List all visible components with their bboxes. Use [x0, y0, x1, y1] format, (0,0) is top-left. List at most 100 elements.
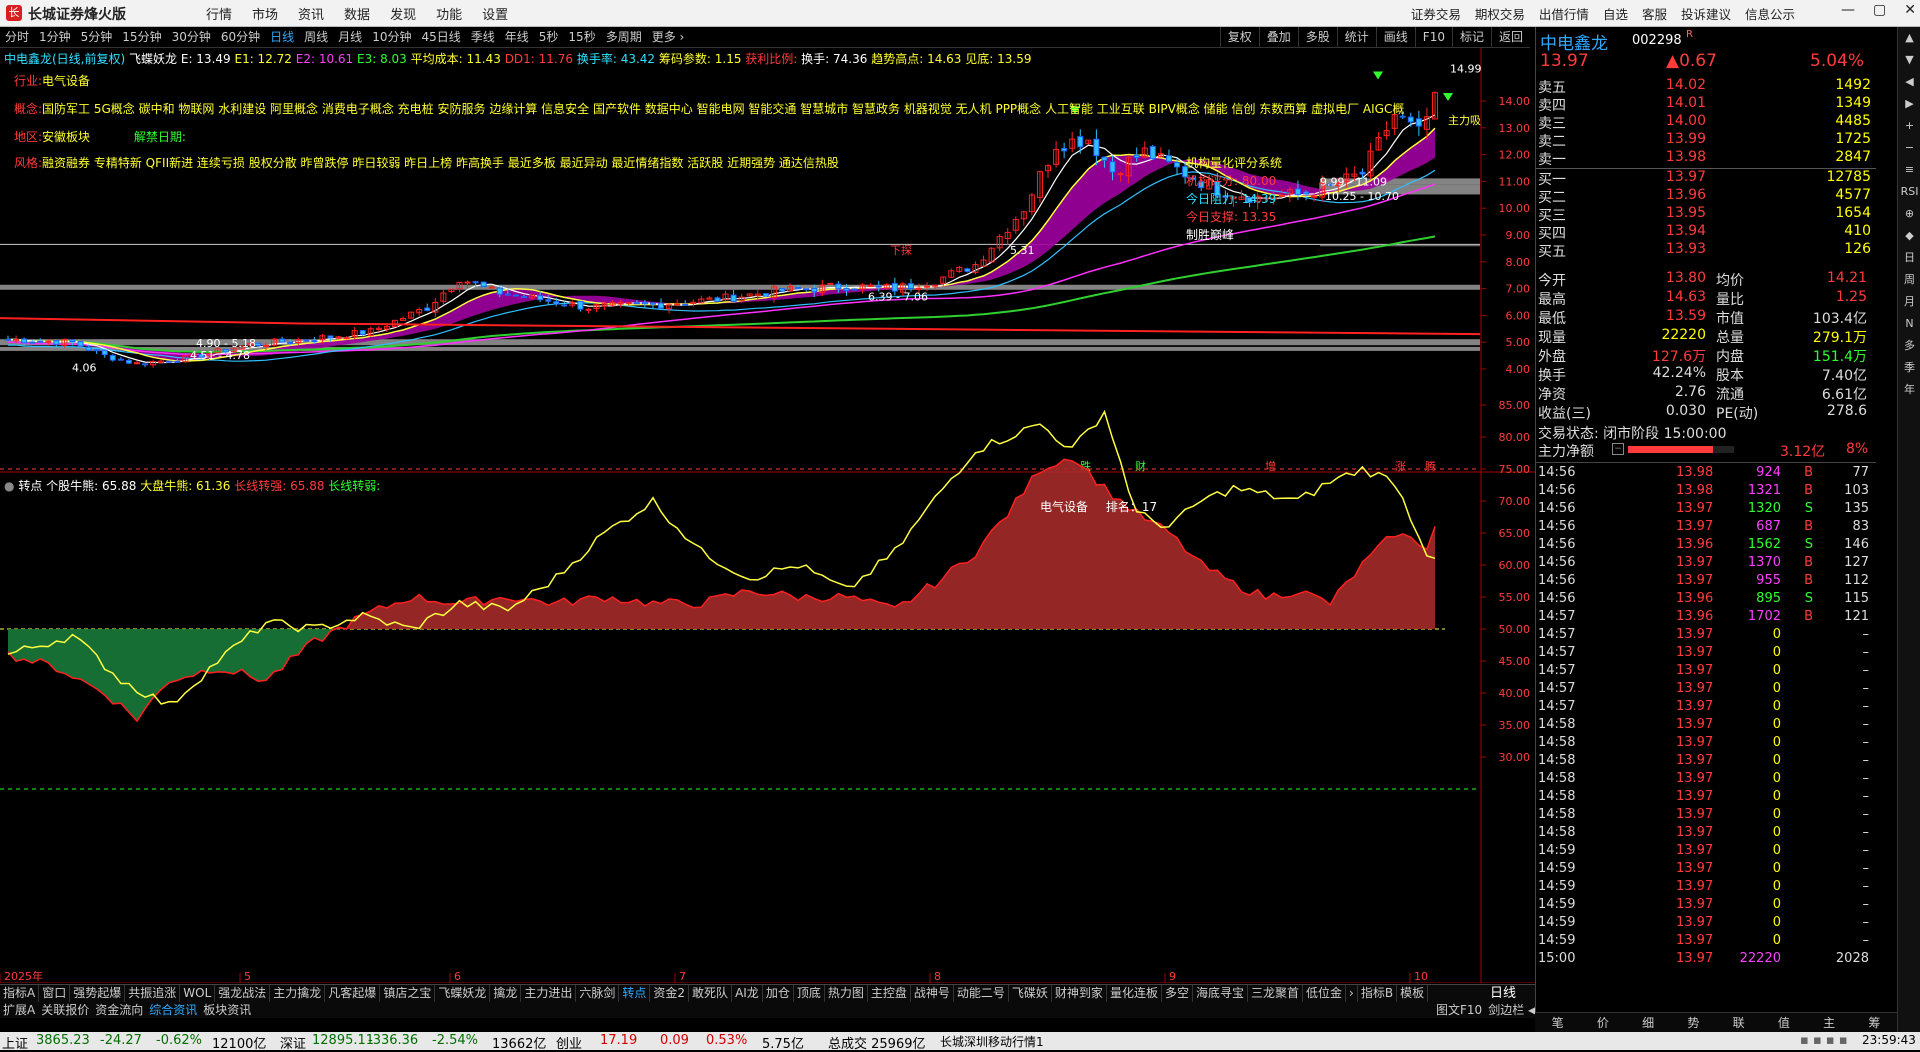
menu-item[interactable]: 资讯 [288, 4, 334, 23]
period-tab[interactable]: 更多 › [647, 27, 690, 47]
side-tool-icon[interactable]: + [1898, 115, 1920, 137]
side-tool-icon[interactable]: 多 [1898, 335, 1920, 357]
info-tab[interactable]: 扩展A [0, 1002, 38, 1018]
period-tab[interactable]: 15秒 [563, 27, 600, 47]
indicator-tab[interactable]: 资金2 [650, 985, 690, 1002]
indicator-tab[interactable]: 热力图 [825, 985, 868, 1002]
indicator-tab[interactable]: 飞蝶妖龙 [435, 985, 491, 1002]
chart-tool-button[interactable]: 统计 [1336, 27, 1376, 47]
menu-item[interactable]: 设置 [472, 4, 518, 23]
right-menu-item[interactable]: 投诉建议 [1674, 4, 1738, 23]
side-tool-icon[interactable]: ⊕ [1898, 203, 1920, 225]
period-tab[interactable]: 60分钟 [216, 27, 265, 47]
quote-tab[interactable]: 联 [1716, 1013, 1761, 1033]
side-tool-icon[interactable]: ▼ [1898, 49, 1920, 71]
indicator-tab[interactable]: 顶底 [794, 985, 825, 1002]
side-tool-icon[interactable]: 季 [1898, 357, 1920, 379]
period-tab[interactable]: 季线 [466, 27, 500, 47]
period-tab[interactable]: 分时 [0, 27, 34, 47]
chart-tool-button[interactable]: 标记 [1451, 27, 1491, 47]
period-tab[interactable]: 10分钟 [367, 27, 416, 47]
period-tab[interactable]: 1分钟 [34, 27, 76, 47]
chart-tool-button[interactable]: 叠加 [1258, 27, 1298, 47]
period-tab[interactable]: 5分钟 [76, 27, 118, 47]
feed-name[interactable]: 长城深圳移动行情1 [940, 1033, 1044, 1050]
side-tool-icon[interactable]: 年 [1898, 379, 1920, 401]
indicator-tab[interactable]: 指标A [0, 985, 40, 1002]
indicator-tab[interactable]: 主控盘 [868, 985, 911, 1002]
indicator-tab[interactable]: 敢死队 [689, 985, 733, 1002]
indicator-tab[interactable]: 凡客起爆 [325, 985, 381, 1002]
side-tool-icon[interactable]: RSI [1898, 181, 1920, 203]
right-menu-item[interactable]: 出借行情 [1532, 4, 1596, 23]
indicator-tab[interactable]: 镇店之宝 [380, 985, 436, 1002]
period-tab[interactable]: 45日线 [416, 27, 465, 47]
period-tab[interactable]: 年线 [500, 27, 534, 47]
minimize-icon[interactable]: — [1841, 2, 1855, 18]
chart-tool-button[interactable]: 画线 [1375, 27, 1415, 47]
indicator-tab[interactable]: 指标B [1358, 985, 1398, 1002]
indicator-tab[interactable]: 窗口 [39, 985, 71, 1002]
indicator-tab[interactable]: 海底寻宝 [1193, 985, 1248, 1002]
period-tab[interactable]: 日线 [265, 27, 299, 47]
side-tool-icon[interactable]: 月 [1898, 291, 1920, 313]
indicator-tab[interactable]: 强势起爆 [70, 985, 126, 1002]
indicator-tab[interactable]: 财神到家 [1052, 985, 1107, 1002]
side-tool-icon[interactable]: 周 [1898, 269, 1920, 291]
indicator-tab[interactable]: 主力擒龙 [270, 985, 326, 1002]
period-tab[interactable]: 15分钟 [117, 27, 166, 47]
right-menu-item[interactable]: 自选 [1596, 4, 1635, 23]
indicator-tab[interactable]: WOL [180, 985, 216, 1002]
menu-item[interactable]: 功能 [426, 4, 472, 23]
chart-area[interactable]: 14.00 13.00 12.00 11.00 10.00 9.00 8.00 7.00 6.0… [0, 48, 1535, 983]
indicator-tab[interactable]: 加仓 [763, 985, 794, 1002]
indicator-tab[interactable]: 量化连板 [1107, 985, 1162, 1002]
info-tab[interactable]: 板块资讯 [200, 1002, 254, 1018]
indicator-tab[interactable]: 共振追涨 [125, 985, 181, 1002]
quote-tab[interactable]: 笔 [1535, 1013, 1580, 1033]
chart-tool-button[interactable]: 复权 [1219, 27, 1259, 47]
quote-tab[interactable]: 筹 [1852, 1013, 1897, 1033]
right-menu-item[interactable]: 信息公示 [1738, 4, 1802, 23]
indicator-tab[interactable]: 低位金 [1303, 985, 1347, 1002]
quote-tab[interactable]: 细 [1626, 1013, 1671, 1033]
info-tab[interactable]: 图文F10 [1433, 1002, 1485, 1018]
side-tool-icon[interactable]: ≡ [1898, 159, 1920, 181]
indicator-tab[interactable]: 三龙聚首 [1248, 985, 1303, 1002]
chart-tool-button[interactable]: F10 [1414, 27, 1452, 47]
indicator-tab[interactable]: 强龙战法 [215, 985, 271, 1002]
indicator-tab[interactable]: 动能二号 [954, 985, 1009, 1002]
info-tab[interactable]: 资金流向 [92, 1002, 146, 1018]
kline-chart[interactable]: 14.00 13.00 12.00 11.00 10.00 9.00 8.00 7.00 6.0… [0, 48, 1535, 983]
chart-tool-button[interactable]: 返回 [1490, 27, 1530, 47]
indicator-tab[interactable]: 战神号 [911, 985, 954, 1002]
menu-item[interactable]: 数据 [334, 4, 380, 23]
right-menu-item[interactable]: 客服 [1635, 4, 1674, 23]
side-tool-icon[interactable]: N [1898, 313, 1920, 335]
period-tab[interactable]: 5秒 [534, 27, 564, 47]
side-tool-icon[interactable]: ▲ [1898, 27, 1920, 49]
indicator-tab[interactable]: 模板 [1397, 985, 1429, 1002]
period-tab[interactable]: 月线 [333, 27, 367, 47]
period-tab[interactable]: 30分钟 [167, 27, 216, 47]
info-tab[interactable]: 综合资讯 [146, 1002, 200, 1018]
quote-tab[interactable]: 势 [1671, 1013, 1716, 1033]
period-tab[interactable]: 周线 [299, 27, 333, 47]
indicator-tab[interactable]: 转点 [619, 985, 651, 1002]
indicator-tab[interactable]: 主力进出 [521, 985, 577, 1002]
maximize-icon[interactable]: ▢ [1873, 2, 1886, 18]
side-tool-icon[interactable]: ◆ [1898, 225, 1920, 247]
side-tool-icon[interactable]: ◀ [1898, 71, 1920, 93]
close-icon[interactable]: ✕ [1904, 2, 1916, 18]
menu-item[interactable]: 发现 [380, 4, 426, 23]
info-tab[interactable]: 剑边栏 ◀ [1485, 1002, 1540, 1018]
indicator-tab[interactable]: 六脉剑 [576, 985, 620, 1002]
right-menu-item[interactable]: 期权交易 [1468, 4, 1532, 23]
quote-tab[interactable]: 主 [1807, 1013, 1852, 1033]
indicator-tab[interactable]: 飞碟妖 [1009, 985, 1052, 1002]
indicator-tab[interactable]: AI龙 [732, 985, 763, 1002]
side-tool-icon[interactable]: 日 [1898, 247, 1920, 269]
info-tab[interactable]: 关联报价 [38, 1002, 92, 1018]
side-tool-icon[interactable]: − [1898, 137, 1920, 159]
chart-tool-button[interactable]: 多股 [1297, 27, 1337, 47]
